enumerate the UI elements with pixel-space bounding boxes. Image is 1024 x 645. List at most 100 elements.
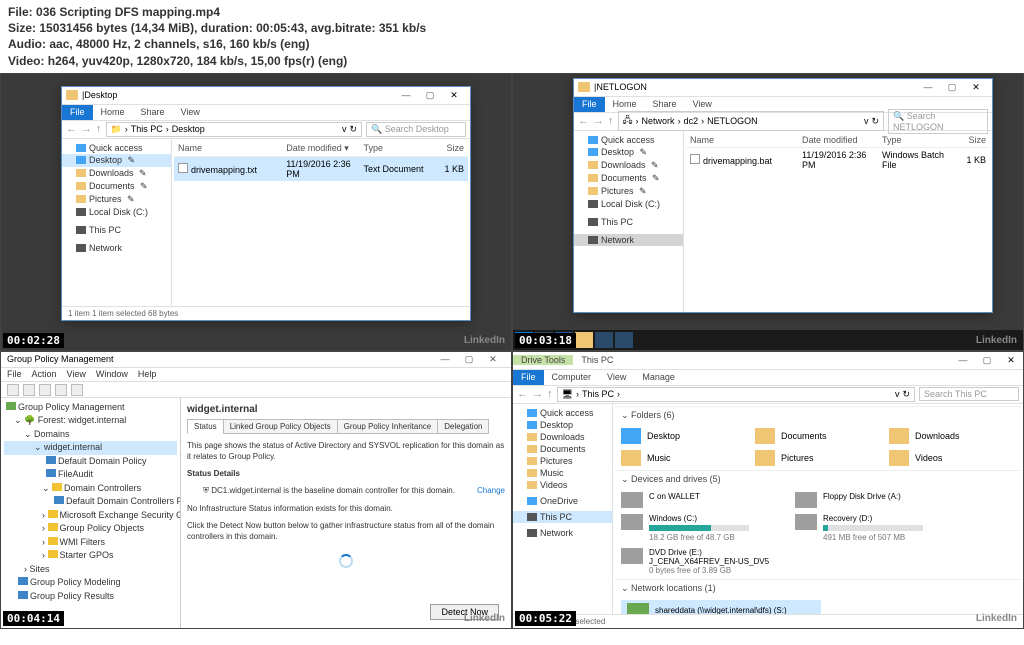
forward-button[interactable]: → — [532, 388, 543, 400]
nav-pane[interactable]: Quick access Desktop ✎ Downloads ✎ Docum… — [574, 131, 684, 312]
drive-floppy[interactable]: Floppy Disk Drive (A:) — [795, 492, 945, 508]
nav-pane[interactable]: Quick access Desktop Downloads Documents… — [513, 404, 613, 614]
drive-windows[interactable]: Windows (C:)18.2 GB free of 48.7 GB — [621, 514, 771, 542]
minimize-button[interactable]: — — [951, 352, 975, 368]
drive-recovery[interactable]: Recovery (D:)491 MB free of 507 MB — [795, 514, 945, 542]
watermark: LinkedIn — [464, 335, 505, 346]
menu-bar[interactable]: File Action View Window Help — [1, 368, 511, 382]
detail-tabs[interactable]: Status Linked Group Policy Objects Group… — [187, 419, 505, 434]
ribbon-share[interactable]: Share — [645, 99, 685, 109]
close-button[interactable]: ✕ — [442, 87, 466, 103]
up-button[interactable]: ↑ — [96, 123, 102, 135]
forward-button[interactable]: → — [593, 115, 604, 127]
ribbon-view[interactable]: View — [599, 372, 634, 382]
maximize-button[interactable]: ▢ — [418, 87, 442, 103]
maximize-button[interactable]: ▢ — [940, 79, 964, 95]
nav-this-pc[interactable]: This PC — [513, 511, 612, 523]
ribbon-computer[interactable]: Computer — [544, 372, 600, 382]
detail-heading: widget.internal — [187, 404, 505, 415]
minimize-button[interactable]: — — [433, 351, 457, 367]
txt-file-icon — [178, 163, 188, 173]
taskbar-explorer-icon[interactable] — [575, 332, 593, 348]
status-bar: 12 items 1 item selected — [513, 614, 1023, 628]
frame-1: | Desktop — ▢ ✕ File Home Share View ← →… — [0, 73, 512, 351]
column-headers[interactable]: Name Date modified ▾ Type Size — [174, 141, 468, 157]
frame-4: Drive Tools This PC — ▢ ✕ File Computer … — [512, 351, 1024, 629]
ribbon-file[interactable]: File — [574, 97, 605, 112]
tree-domain-selected[interactable]: ⌄ widget.internal — [4, 441, 177, 455]
timestamp: 00:04:14 — [3, 611, 64, 626]
column-headers[interactable]: Name Date modified Type Size — [686, 133, 990, 148]
forward-button[interactable]: → — [81, 123, 92, 135]
close-button[interactable]: ✕ — [481, 351, 505, 367]
watermark: LinkedIn — [976, 335, 1017, 346]
timestamp: 00:05:22 — [515, 611, 576, 626]
section-network[interactable]: ⌄ Network locations (1) — [615, 579, 1021, 597]
ribbon-manage[interactable]: Manage — [634, 372, 683, 382]
ribbon-view[interactable]: View — [173, 107, 208, 117]
network-location-selected[interactable]: shareddata (\\widget.internal\dfs) (S:) — [621, 600, 821, 614]
section-devices[interactable]: ⌄ Devices and drives (5) — [615, 470, 1021, 488]
maximize-button[interactable]: ▢ — [457, 351, 481, 367]
ribbon-view[interactable]: View — [685, 99, 720, 109]
up-button[interactable]: ↑ — [547, 388, 553, 400]
frame-2: | NETLOGON — ▢ ✕ File Home Share View ← … — [512, 73, 1024, 351]
drive-dvd[interactable]: DVD Drive (E:)J_CENA_X64FREV_EN-US_DV50 … — [621, 548, 771, 575]
close-button[interactable]: ✕ — [964, 79, 988, 95]
gpmc-titlebar[interactable]: Group Policy Management — ▢ ✕ — [1, 352, 511, 368]
timestamp: 00:03:18 — [515, 333, 576, 348]
section-folders[interactable]: ⌄ Folders (6) — [615, 406, 1021, 424]
folder-videos[interactable]: Videos — [889, 450, 999, 466]
taskbar[interactable] — [513, 330, 1023, 350]
minimize-button[interactable]: — — [916, 79, 940, 95]
ribbon-home[interactable]: Home — [605, 99, 645, 109]
timestamp: 00:02:28 — [3, 333, 64, 348]
file-row[interactable]: drivemapping.txt 11/19/2016 2:36 PM Text… — [174, 157, 468, 181]
minimize-button[interactable]: — — [394, 87, 418, 103]
window-titlebar[interactable]: | NETLOGON — ▢ ✕ — [574, 79, 992, 97]
detail-pane: widget.internal Status Linked Group Poli… — [181, 398, 511, 628]
window-title: NETLOGON — [596, 82, 647, 92]
nav-network[interactable]: Network — [574, 234, 683, 246]
maximize-button[interactable]: ▢ — [975, 352, 999, 368]
folder-downloads[interactable]: Downloads — [889, 428, 999, 444]
network-drive-icon — [627, 603, 649, 614]
address-bar[interactable]: 🖧›Network›dc2›NETLOGON v↻ — [618, 111, 885, 131]
status-bar: 1 item 1 item selected 68 bytes — [62, 306, 470, 320]
ribbon-home[interactable]: Home — [93, 107, 133, 117]
folder-music[interactable]: Music — [621, 450, 731, 466]
back-button[interactable]: ← — [66, 123, 77, 135]
window-title: Desktop — [84, 90, 117, 100]
bat-file-icon — [690, 154, 700, 164]
contextual-tab[interactable]: Drive Tools — [513, 355, 573, 365]
up-button[interactable]: ↑ — [608, 115, 614, 127]
folder-pictures[interactable]: Pictures — [755, 450, 865, 466]
watermark: LinkedIn — [464, 613, 505, 624]
nav-pane[interactable]: Quick access Desktop ✎ Downloads ✎ Docum… — [62, 139, 172, 306]
frame-3: Group Policy Management — ▢ ✕ File Actio… — [0, 351, 512, 629]
ribbon-file[interactable]: File — [62, 105, 93, 120]
back-button[interactable]: ← — [578, 115, 589, 127]
taskbar-app-icon[interactable] — [615, 332, 633, 348]
ribbon-share[interactable]: Share — [133, 107, 173, 117]
close-button[interactable]: ✕ — [999, 352, 1023, 368]
search-input[interactable]: 🔍 Search Desktop — [366, 122, 466, 137]
change-link[interactable]: Change — [477, 485, 505, 496]
taskbar-app-icon[interactable] — [595, 332, 613, 348]
search-input[interactable]: Search This PC — [919, 387, 1019, 401]
address-bar[interactable]: 📁›This PC›Desktop v↻ — [106, 122, 363, 137]
window-titlebar[interactable]: | Desktop — ▢ ✕ — [62, 87, 470, 105]
folder-desktop[interactable]: Desktop — [621, 428, 731, 444]
drive-wallet[interactable]: C on WALLET — [621, 492, 771, 508]
toolbar[interactable] — [1, 382, 511, 398]
address-bar[interactable]: 🖥›This PC›v↻ — [557, 387, 916, 402]
watermark: LinkedIn — [976, 613, 1017, 624]
console-tree[interactable]: Group Policy Management ⌄ 🌳 Forest: widg… — [1, 398, 181, 628]
folder-documents[interactable]: Documents — [755, 428, 865, 444]
back-button[interactable]: ← — [517, 388, 528, 400]
loading-spinner — [339, 554, 353, 568]
folder-icon — [66, 90, 78, 100]
ribbon-file[interactable]: File — [513, 370, 544, 385]
nav-desktop[interactable]: Desktop ✎ — [62, 154, 171, 167]
file-row[interactable]: drivemapping.bat 11/19/2016 2:36 PM Wind… — [686, 148, 990, 172]
